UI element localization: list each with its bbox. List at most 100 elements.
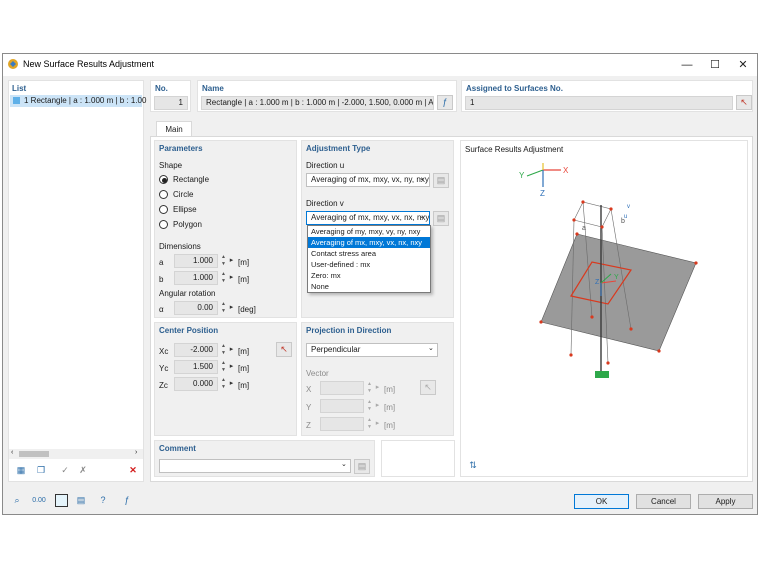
a-spinner[interactable]: ▲ ▼ — [219, 254, 228, 268]
check-all-icon[interactable]: ✓ — [57, 463, 73, 478]
direction-u-select[interactable]: Averaging of mx, mxy, vx, ny, nxy — [306, 173, 430, 187]
scroll-thumb[interactable] — [19, 451, 49, 457]
a-menu-arrow[interactable]: ▸ — [228, 254, 235, 268]
a-input[interactable]: 1.000 — [174, 254, 218, 268]
scroll-right-icon[interactable]: › — [135, 449, 137, 456]
alpha-menu-arrow[interactable]: ▸ — [228, 301, 235, 315]
search-icon[interactable]: ⌕ — [9, 493, 25, 508]
select-surface-icon[interactable]: ↖ — [736, 95, 752, 110]
apply-button[interactable]: Apply — [698, 494, 753, 509]
table-icon[interactable]: ▤ — [73, 493, 89, 508]
radio-ellipse[interactable] — [159, 205, 168, 214]
b-spinner[interactable]: ▲ ▼ — [219, 271, 228, 285]
close-button[interactable]: ✕ — [729, 54, 757, 76]
alpha-input[interactable]: 0.00 — [174, 301, 218, 315]
dimensions-label: Dimensions — [159, 242, 201, 251]
dropdown-option[interactable]: Zero: mx — [308, 270, 430, 281]
b-input[interactable]: 1.000 — [174, 271, 218, 285]
radio-rectangle[interactable] — [159, 175, 168, 184]
xc-spinner[interactable]: ▲ ▼ — [219, 343, 228, 357]
delete-icon[interactable]: ✕ — [125, 463, 141, 478]
vector-x-spinner[interactable]: ▲ ▼ — [365, 381, 374, 395]
view-options-icon[interactable]: ⇅ — [465, 459, 481, 474]
help-icon[interactable]: ? — [95, 493, 111, 508]
chevron-down-icon[interactable]: ⌄ — [419, 174, 425, 182]
zc-menu-arrow[interactable]: ▸ — [228, 377, 235, 391]
list-item-label: 1 Rectangle | a : 1.000 m | b : 1.00 — [24, 96, 147, 105]
shape-circle-label: Circle — [173, 190, 194, 199]
shape-polygon-label: Polygon — [173, 220, 202, 229]
dropdown-option[interactable]: Contact stress area — [308, 248, 430, 259]
vector-y-spinner[interactable]: ▲ ▼ — [365, 399, 374, 413]
radio-circle[interactable] — [159, 190, 168, 199]
chevron-down-icon[interactable]: ⌄ — [341, 460, 347, 468]
dir-v-label: v — [627, 204, 630, 210]
vector-x-input[interactable] — [320, 381, 364, 395]
vector-x-menu-arrow[interactable]: ▸ — [374, 381, 381, 395]
b-menu-arrow[interactable]: ▸ — [228, 271, 235, 285]
ok-button[interactable]: OK — [574, 494, 629, 509]
yc-spinner[interactable]: ▲ ▼ — [219, 360, 228, 374]
chevron-down-icon[interactable]: ⌄ — [428, 344, 434, 352]
minimize-button[interactable]: — — [673, 54, 701, 76]
edit-name-icon[interactable]: ƒ — [437, 95, 453, 110]
units-icon[interactable]: 0.00 — [31, 493, 47, 508]
comment-edit-icon[interactable]: ▤ — [354, 459, 370, 474]
pick-point-icon[interactable]: ↖ — [276, 342, 292, 357]
yc-menu-arrow[interactable]: ▸ — [228, 360, 235, 374]
name-label: Name — [202, 84, 224, 93]
name-field[interactable]: Rectangle | a : 1.000 m | b : 1.000 m | … — [201, 96, 434, 110]
vector-y-input[interactable] — [320, 399, 364, 413]
number-field[interactable]: 1 — [154, 96, 188, 110]
cancel-button[interactable]: Cancel — [636, 494, 691, 509]
uncheck-all-icon[interactable]: ✗ — [75, 463, 91, 478]
yc-input[interactable]: 1.500 — [174, 360, 218, 374]
list-panel: List 1 Rectangle | a : 1.000 m | b : 1.0… — [8, 80, 146, 482]
maximize-button[interactable]: ☐ — [701, 54, 729, 76]
local-z-label: Z — [595, 279, 600, 286]
chevron-down-icon[interactable]: ⌄ — [419, 212, 425, 220]
dropdown-option-selected[interactable]: Averaging of mx, mxy, vx, nx, nxy — [308, 237, 430, 248]
zc-spinner[interactable]: ▲ ▼ — [219, 377, 228, 391]
adjustment-type-header: Adjustment Type — [306, 144, 371, 153]
dim-a-label: a — [582, 225, 586, 232]
vector-z-menu-arrow[interactable]: ▸ — [374, 417, 381, 431]
pick-vector-icon[interactable]: ↖ — [420, 380, 436, 395]
number-label: No. — [155, 84, 168, 93]
scroll-left-icon[interactable]: ‹ — [11, 449, 13, 456]
assigned-field[interactable]: 1 — [465, 96, 733, 110]
radio-polygon[interactable] — [159, 220, 168, 229]
comment-input[interactable] — [159, 459, 351, 473]
vector-z-input[interactable] — [320, 417, 364, 431]
alpha-label: α — [159, 305, 164, 314]
tab-main[interactable]: Main — [156, 121, 192, 137]
dropdown-option[interactable]: None — [308, 281, 430, 292]
zc-input[interactable]: 0.000 — [174, 377, 218, 391]
xc-menu-arrow[interactable]: ▸ — [228, 343, 235, 357]
direction-u-edit-icon[interactable]: ▤ — [433, 173, 449, 188]
parameters-panel: Parameters Shape Rectangle Circle Ellips… — [154, 140, 297, 318]
copy-item-icon[interactable]: ❐ — [33, 463, 49, 478]
vector-z-spinner[interactable]: ▲ ▼ — [365, 417, 374, 431]
projection-select[interactable]: Perpendicular — [306, 343, 438, 357]
xc-input[interactable]: -2.000 — [174, 343, 218, 357]
a-label: a — [159, 258, 164, 267]
alpha-spinner[interactable]: ▲ ▼ — [219, 301, 228, 315]
vector-y-menu-arrow[interactable]: ▸ — [374, 399, 381, 413]
dropdown-option[interactable]: Averaging of my, mxy, vy, ny, nxy — [308, 226, 430, 237]
horizontal-scrollbar[interactable]: ‹ › — [9, 449, 143, 459]
list-item[interactable]: 1 Rectangle | a : 1.000 m | b : 1.00 — [10, 95, 146, 107]
b-unit: [m] — [238, 275, 250, 284]
color-swatch-icon[interactable] — [55, 494, 68, 507]
local-y-label: Y — [614, 274, 619, 281]
shape-rectangle-label: Rectangle — [173, 175, 210, 184]
new-item-icon[interactable]: ▦ — [13, 463, 29, 478]
zc-unit: [m] — [238, 381, 250, 390]
direction-v-select[interactable]: Averaging of mx, mxy, vx, nx, nxy — [306, 211, 430, 225]
direction-v-edit-icon[interactable]: ▤ — [433, 211, 449, 226]
yc-label: Yc — [159, 364, 169, 373]
dropdown-option[interactable]: User-defined : mx — [308, 259, 430, 270]
title-bar: New Surface Results Adjustment — ☐ ✕ — [3, 54, 757, 76]
vector-label: Vector — [306, 369, 329, 378]
formula-icon[interactable]: ƒ — [119, 493, 135, 508]
